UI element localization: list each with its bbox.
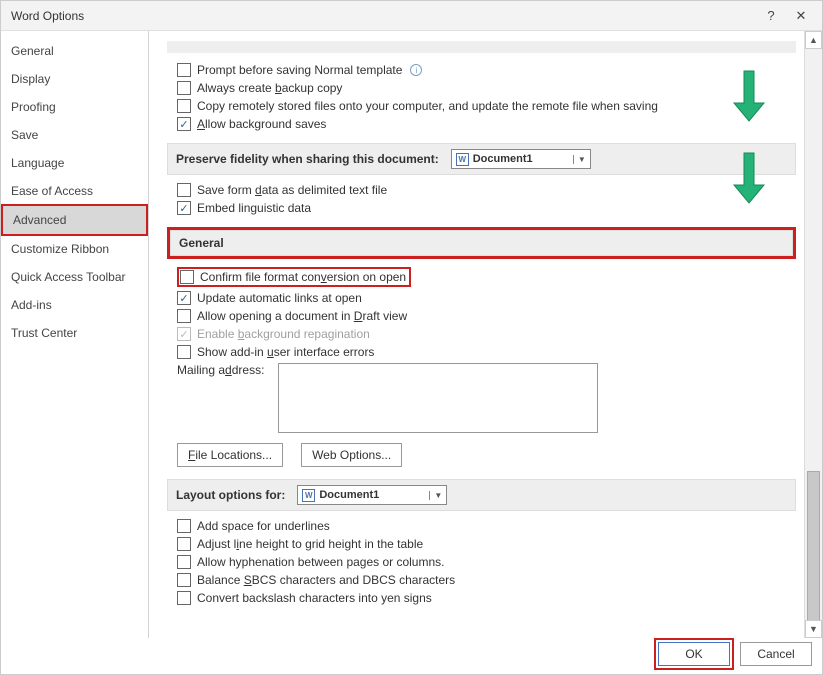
chevron-down-icon: ▼: [429, 491, 442, 500]
checkbox-sbcs[interactable]: [177, 573, 191, 587]
label-draft-view: Allow opening a document in Draft view: [197, 309, 407, 323]
checkbox-draft-view[interactable]: [177, 309, 191, 323]
sidebar-item-advanced[interactable]: Advanced: [1, 204, 148, 236]
chevron-down-icon: ▼: [573, 155, 586, 164]
sidebar-item-language[interactable]: Language: [1, 149, 148, 177]
cancel-button[interactable]: Cancel: [740, 642, 812, 666]
checkbox-form-data[interactable]: [177, 183, 191, 197]
scrollbar[interactable]: ▲ ▼: [804, 31, 822, 638]
checkbox-prompt-normal[interactable]: [177, 63, 191, 77]
mailing-address-input[interactable]: [278, 363, 598, 433]
checkbox-underline-space[interactable]: [177, 519, 191, 533]
layout-doc-select[interactable]: W Document1 ▼: [297, 485, 447, 505]
label-yen: Convert backslash characters into yen si…: [197, 591, 432, 605]
label-update-links: Update automatic links at open: [197, 291, 362, 305]
section-layout: Layout options for: W Document1 ▼: [167, 479, 796, 511]
checkbox-hyphenation[interactable]: [177, 555, 191, 569]
help-button[interactable]: ?: [756, 4, 786, 28]
scroll-down-button[interactable]: ▼: [805, 620, 822, 638]
label-sbcs: Balance SBCS characters and DBCS charact…: [197, 573, 455, 587]
sidebar-item-quick-access[interactable]: Quick Access Toolbar: [1, 263, 148, 291]
sidebar-item-proofing[interactable]: Proofing: [1, 93, 148, 121]
checkbox-backup-copy[interactable]: [177, 81, 191, 95]
sidebar-item-addins[interactable]: Add-ins: [1, 291, 148, 319]
section-divider-top: [167, 41, 796, 53]
info-icon[interactable]: i: [410, 64, 422, 76]
sidebar-item-general[interactable]: General: [1, 37, 148, 65]
checkbox-bg-repag: ✓: [177, 327, 191, 341]
sidebar-item-trust-center[interactable]: Trust Center: [1, 319, 148, 347]
guide-arrow-2: [732, 151, 766, 205]
checkbox-bg-saves[interactable]: ✓: [177, 117, 191, 131]
label-confirm-conversion: Confirm file format conversion on open: [200, 270, 406, 284]
label-bg-saves: Allow background saves: [197, 117, 326, 131]
scroll-up-button[interactable]: ▲: [805, 31, 822, 49]
checkbox-confirm-conversion[interactable]: [180, 270, 194, 284]
sidebar-item-customize-ribbon[interactable]: Customize Ribbon: [1, 235, 148, 263]
section-fidelity: Preserve fidelity when sharing this docu…: [167, 143, 796, 175]
label-remote-files: Copy remotely stored files onto your com…: [197, 99, 658, 113]
word-options-dialog: Word Options ? ✕ General Display Proofin…: [0, 0, 823, 675]
label-prompt-normal: Prompt before saving Normal template: [197, 63, 402, 77]
label-underline-space: Add space for underlines: [197, 519, 330, 533]
scroll-thumb[interactable]: [807, 471, 820, 631]
label-linguistic: Embed linguistic data: [197, 201, 311, 215]
close-button[interactable]: ✕: [786, 4, 816, 28]
checkbox-linguistic[interactable]: ✓: [177, 201, 191, 215]
checkbox-update-links[interactable]: ✓: [177, 291, 191, 305]
sidebar-item-save[interactable]: Save: [1, 121, 148, 149]
label-addin-errors: Show add-in user interface errors: [197, 345, 374, 359]
sidebar-item-ease-of-access[interactable]: Ease of Access: [1, 177, 148, 205]
file-locations-button[interactable]: FFile Locations...ile Locations...: [177, 443, 283, 467]
fidelity-doc-select[interactable]: W Document1 ▼: [451, 149, 591, 169]
label-form-data: Save form data as delimited text file: [197, 183, 387, 197]
content-pane: Prompt before saving Normal template i A…: [149, 31, 822, 638]
label-backup-copy: Always create backup copy: [197, 81, 342, 95]
label-mailing-address: Mailing address:: [177, 363, 264, 377]
sidebar-item-display[interactable]: Display: [1, 65, 148, 93]
section-general: General: [170, 230, 793, 256]
word-doc-icon: W: [456, 153, 469, 166]
label-bg-repag: Enable background repagination: [197, 327, 370, 341]
titlebar: Word Options ? ✕: [1, 1, 822, 31]
checkbox-remote-files[interactable]: [177, 99, 191, 113]
checkbox-line-height[interactable]: [177, 537, 191, 551]
label-hyphenation: Allow hyphenation between pages or colum…: [197, 555, 445, 569]
dialog-title: Word Options: [11, 9, 756, 23]
checkbox-addin-errors[interactable]: [177, 345, 191, 359]
sidebar: General Display Proofing Save Language E…: [1, 31, 149, 638]
checkbox-yen[interactable]: [177, 591, 191, 605]
label-line-height: Adjust line height to grid height in the…: [197, 537, 423, 551]
ok-button[interactable]: OK: [658, 642, 730, 666]
web-options-button[interactable]: Web Options...: [301, 443, 402, 467]
guide-arrow-1: [732, 69, 766, 123]
word-doc-icon: W: [302, 489, 315, 502]
dialog-footer: OK Cancel: [658, 642, 812, 666]
